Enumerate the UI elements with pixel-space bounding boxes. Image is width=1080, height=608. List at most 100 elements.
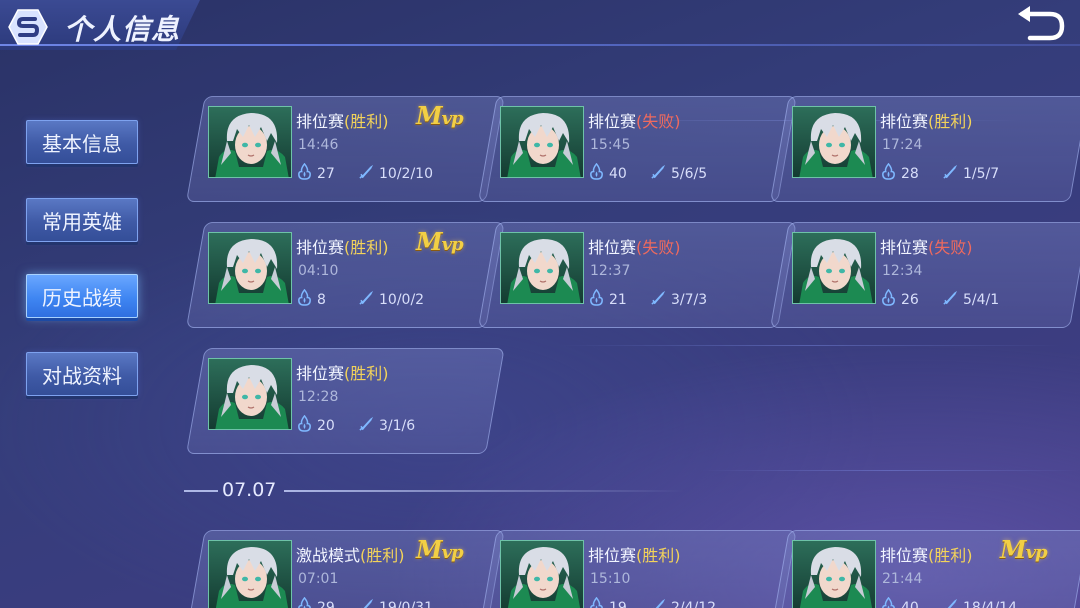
match-card[interactable]: 激战模式(胜利) 07:01 29 19/0/31 Mvp [186,530,505,608]
mode-label: 排位赛 [880,238,929,257]
hero-portrait [500,106,584,178]
hero-portrait [792,540,876,608]
kda-stat: 5/4/1 [942,289,999,310]
hero-portrait [500,232,584,304]
gold-value: 8 [317,291,326,308]
return-arrow-icon[interactable] [1016,4,1066,42]
gold-stat: 40 [588,163,627,184]
gold-stat: 20 [296,415,335,436]
gold-flame-icon [880,597,897,608]
gold-value: 28 [901,165,919,182]
header-bar: 个人信息 [0,0,1080,58]
match-card[interactable]: 排位赛(失败) 12:37 21 3/7/3 [478,222,797,328]
hero-portrait [208,540,292,608]
gold-flame-icon [588,597,605,608]
hero-portrait [500,540,584,608]
page-title: 个人信息 [64,13,181,46]
hero-portrait [792,106,876,178]
mvp-badge: Mvp [416,101,464,130]
gold-stat: 8 [296,289,326,310]
sidebar-item-match-history[interactable]: 历史战绩 [26,274,138,318]
gold-value: 19 [609,599,627,608]
mode-label: 排位赛 [296,364,345,383]
mode-label: 排位赛 [588,546,637,565]
date-divider-right [284,490,684,492]
match-mode: 排位赛(胜利) [296,234,389,258]
match-mode: 排位赛(胜利) [296,108,389,132]
match-duration: 12:28 [298,389,339,405]
mode-label: 排位赛 [296,112,345,131]
match-duration: 14:46 [298,137,339,153]
sword-icon [358,289,375,310]
sword-icon [942,163,959,184]
sidebar-item-battle-data[interactable]: 对战资料 [26,352,138,396]
gold-flame-icon [588,163,605,184]
sword-icon [942,597,959,608]
gold-flame-icon [296,415,313,436]
kda-value: 3/7/3 [671,291,708,308]
kda-stat: 5/6/5 [650,163,707,184]
match-card[interactable]: 排位赛(胜利) 17:24 28 1/5/7 [770,96,1080,202]
kda-stat: 10/0/2 [358,289,424,310]
match-card[interactable]: 排位赛(胜利) 12:28 20 3/1/6 [186,348,505,454]
result-label: (胜利) [928,112,973,131]
gold-value: 27 [317,165,335,182]
match-card[interactable]: 排位赛(胜利) 21:44 40 18/4/14 Mvp [770,530,1080,608]
sword-icon [358,597,375,608]
match-mode: 排位赛(胜利) [296,360,389,384]
sidebar-item-basic-info[interactable]: 基本信息 [26,120,138,164]
kda-stat: 2/4/12 [650,597,716,608]
gold-flame-icon [296,597,313,608]
kda-stat: 18/4/14 [942,597,1017,608]
result-label: (胜利) [344,238,389,257]
sword-icon [650,163,667,184]
match-duration: 15:10 [590,571,631,587]
kda-value: 5/4/1 [963,291,1000,308]
date-section-label: 07.07 [222,479,277,501]
match-duration: 17:24 [882,137,923,153]
sword-icon [650,597,667,608]
gold-flame-icon [588,289,605,310]
match-mode: 排位赛(失败) [880,234,973,258]
match-card[interactable]: 排位赛(失败) 12:34 26 5/4/1 [770,222,1080,328]
mvp-badge: Mvp [416,535,464,564]
match-card[interactable]: 排位赛(胜利) 14:46 27 10/2/10 Mvp [186,96,505,202]
gold-stat: 40 [880,597,919,608]
gold-flame-icon [880,289,897,310]
gold-stat: 27 [296,163,335,184]
result-label: (胜利) [344,364,389,383]
kda-value: 5/6/5 [671,165,708,182]
sword-icon [942,289,959,310]
mode-label: 激战模式 [296,546,361,565]
sword-icon [358,415,375,436]
sidebar-item-common-heroes[interactable]: 常用英雄 [26,198,138,242]
mode-label: 排位赛 [296,238,345,257]
match-duration: 12:37 [590,263,631,279]
sword-icon [650,289,667,310]
match-mode: 排位赛(胜利) [880,108,973,132]
match-duration: 15:45 [590,137,631,153]
match-mode: 排位赛(失败) [588,108,681,132]
gold-stat: 29 [296,597,335,608]
match-mode: 排位赛(胜利) [880,542,973,566]
kda-stat: 3/7/3 [650,289,707,310]
gold-value: 29 [317,599,335,608]
match-mode: 排位赛(失败) [588,234,681,258]
kda-value: 18/4/14 [963,599,1017,608]
match-card[interactable]: 排位赛(胜利) 15:10 19 2/4/12 [478,530,797,608]
mode-label: 排位赛 [588,238,637,257]
match-duration: 12:34 [882,263,923,279]
gold-flame-icon [296,163,313,184]
mvp-badge: Mvp [1000,535,1048,564]
kda-stat: 3/1/6 [358,415,415,436]
kda-value: 1/5/7 [963,165,1000,182]
match-card[interactable]: 排位赛(胜利) 04:10 8 10/0/2 Mvp [186,222,505,328]
s-logo-icon [8,9,48,45]
mode-label: 排位赛 [880,112,929,131]
kda-value: 10/0/2 [379,291,425,308]
match-card[interactable]: 排位赛(失败) 15:45 40 5/6/5 [478,96,797,202]
kda-value: 10/2/10 [379,165,433,182]
gold-stat: 26 [880,289,919,310]
result-label: (失败) [636,112,681,131]
hero-portrait [208,358,292,430]
